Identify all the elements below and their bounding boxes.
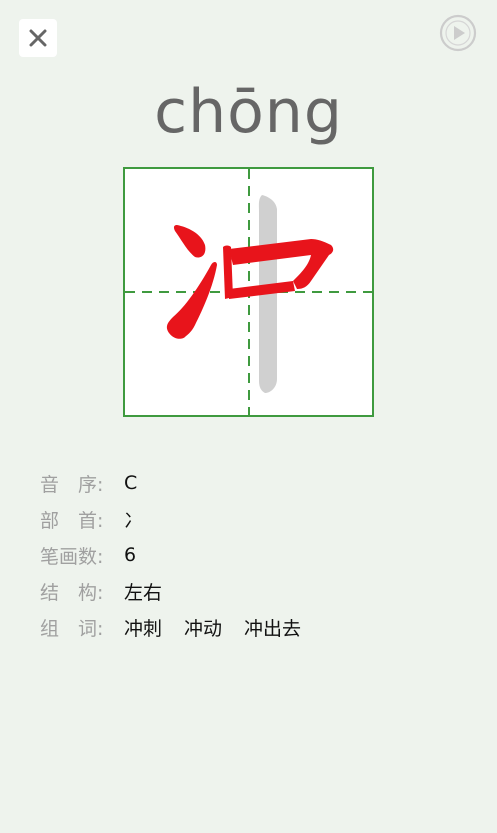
play-audio-button[interactable] — [439, 14, 477, 52]
words-label: 组 词: — [40, 617, 104, 640]
character-grid — [123, 167, 374, 417]
word-item[interactable]: 冲出去 — [244, 618, 301, 640]
info-row-order: 音 序: C — [40, 465, 460, 501]
play-circle-icon — [439, 14, 477, 52]
character-info: 音 序: C 部 首: 冫 笔画数: 6 结 构: 左右 组 词: 冲刺 冲动 冲出… — [40, 465, 460, 645]
word-item[interactable]: 冲动 — [184, 618, 222, 640]
order-value: C — [124, 472, 138, 494]
stroke-dot — [173, 225, 206, 258]
stroke-rising — [166, 262, 217, 339]
info-row-radical: 部 首: 冫 — [40, 501, 460, 537]
info-row-words: 组 词: 冲刺 冲动 冲出去 — [40, 609, 460, 645]
close-icon — [29, 29, 47, 47]
pinyin-text: chōng — [154, 77, 343, 147]
strokes-label: 笔画数: — [40, 545, 104, 568]
order-label: 音 序: — [40, 473, 104, 496]
radical-value: 冫 — [124, 509, 144, 532]
info-row-structure: 结 构: 左右 — [40, 573, 460, 609]
structure-label: 结 构: — [40, 581, 104, 604]
stroke-frame-top-right — [229, 239, 334, 289]
structure-value: 左右 — [124, 581, 163, 604]
stroke-order-canvas — [125, 169, 372, 415]
words-list: 冲刺 冲动 冲出去 — [124, 614, 323, 641]
close-button[interactable] — [19, 19, 57, 57]
strokes-value: 6 — [124, 544, 137, 566]
word-item[interactable]: 冲刺 — [124, 618, 162, 640]
info-row-strokes: 笔画数: 6 — [40, 537, 460, 573]
radical-label: 部 首: — [40, 509, 104, 532]
